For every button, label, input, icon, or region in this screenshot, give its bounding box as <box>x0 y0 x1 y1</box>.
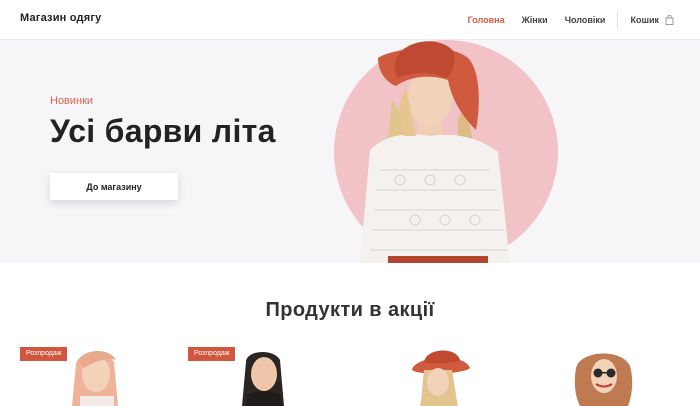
cart-label: Кошик <box>630 15 659 25</box>
nav-home[interactable]: Головна <box>468 15 505 25</box>
brand-logo[interactable]: Магазин одягу <box>20 12 101 24</box>
shopping-bag-icon <box>665 15 674 25</box>
cart-link[interactable]: Кошик <box>630 15 674 25</box>
sale-badge: Розпродаж <box>188 347 236 361</box>
nav-divider <box>617 11 619 29</box>
product-image <box>574 353 633 406</box>
sale-badge: Розпродаж <box>20 347 68 361</box>
shop-button[interactable]: До магазину <box>50 173 178 200</box>
product-card[interactable] <box>530 346 690 406</box>
product-card[interactable]: Розпродаж <box>188 346 348 406</box>
hero-banner: Новинки Усі барви літа До магазину <box>0 40 700 263</box>
site-header: Магазин одягу Головна Жінки Чоловіки Кош… <box>0 0 700 40</box>
product-card[interactable]: Розпродаж <box>20 346 180 406</box>
nav-men[interactable]: Чоловіки <box>565 15 606 25</box>
products-heading: Продукти в акції <box>265 299 435 321</box>
hero-eyebrow: Новинки <box>50 95 94 107</box>
hero-model-image <box>334 40 558 263</box>
product-card[interactable] <box>360 346 520 406</box>
hero-title: Усі барви літа <box>50 113 276 149</box>
main-nav: Головна Жінки Чоловіки Кошик <box>451 0 674 40</box>
product-image <box>412 350 470 406</box>
nav-women[interactable]: Жінки <box>522 15 548 25</box>
